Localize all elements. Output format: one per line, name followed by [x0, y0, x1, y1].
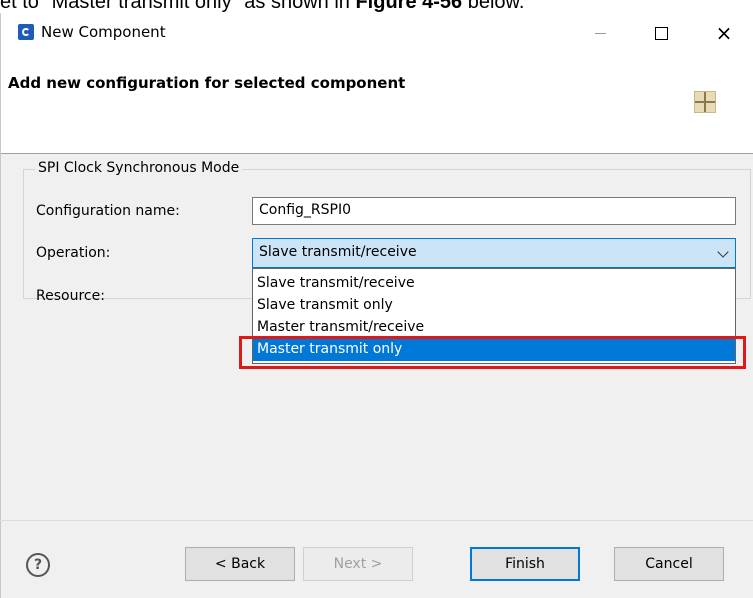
next-button[interactable]: Next >	[303, 547, 413, 581]
next-label: Next >	[333, 556, 383, 572]
close-button[interactable]: ×	[701, 13, 747, 53]
maximize-icon	[654, 26, 668, 40]
caption-prefix: et to "Master transmit only" as shown in	[0, 0, 356, 13]
close-icon: ×	[715, 21, 733, 45]
back-label: < Back	[214, 556, 266, 572]
caption-suffix: below.	[462, 0, 525, 13]
finish-label: Finish	[505, 556, 545, 572]
minimize-icon	[594, 32, 606, 34]
operation-selected-value: Slave transmit/receive	[259, 244, 417, 260]
operation-label: Operation:	[36, 245, 111, 261]
title-bar: New Component ×	[1, 13, 753, 53]
operation-select[interactable]: Slave transmit/receive	[252, 238, 736, 268]
caption-figure-ref: Figure 4-56	[355, 0, 463, 13]
resource-label: Resource:	[36, 288, 105, 304]
cancel-button[interactable]: Cancel	[614, 547, 724, 581]
help-icon[interactable]: ?	[26, 553, 50, 577]
config-name-input[interactable]: Config_RSPI0	[252, 197, 736, 225]
chevron-down-icon	[717, 246, 729, 258]
page-title: Add new configuration for selected compo…	[8, 74, 406, 92]
finish-button[interactable]: Finish	[470, 547, 580, 581]
wizard-header: Add new configuration for selected compo…	[1, 53, 753, 154]
window-title: New Component	[41, 23, 166, 41]
annotation-highlight-box	[239, 336, 746, 369]
group-legend: SPI Clock Synchronous Mode	[35, 160, 243, 176]
app-icon	[18, 24, 34, 40]
document-caption: et to "Master transmit only" as shown in…	[0, 0, 753, 13]
minimize-button[interactable]	[577, 13, 623, 53]
config-name-label: Configuration name:	[36, 203, 180, 219]
component-wizard-icon	[694, 91, 716, 113]
dropdown-option[interactable]: Slave transmit/receive	[253, 273, 735, 295]
maximize-button[interactable]	[638, 13, 684, 53]
cancel-label: Cancel	[645, 556, 693, 572]
footer-divider	[0, 520, 753, 521]
back-button[interactable]: < Back	[185, 547, 295, 581]
dropdown-option[interactable]: Slave transmit only	[253, 295, 735, 317]
